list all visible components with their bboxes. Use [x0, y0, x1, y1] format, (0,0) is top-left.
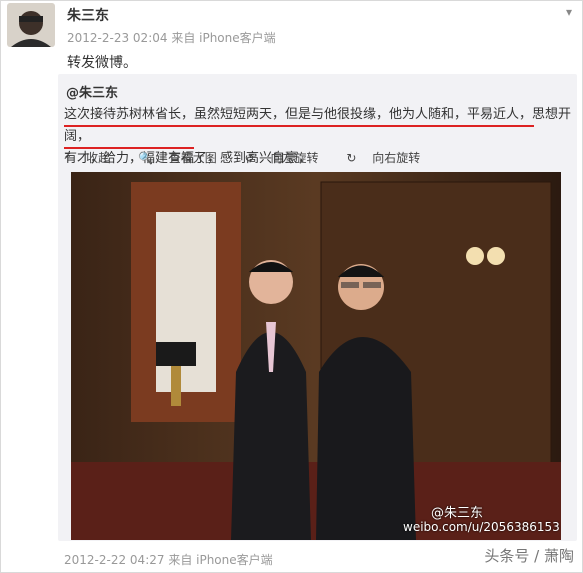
repost-box: @朱三东 这次接待苏树林省长，虽然短短两天，但是与他很投缘，他为人随和，平易近人…: [58, 74, 577, 541]
author-name[interactable]: 朱三东: [67, 5, 109, 25]
post-photo[interactable]: @朱三东 weibo.com/u/2056386153: [71, 172, 561, 540]
watermark-url: weibo.com/u/2056386153: [403, 520, 560, 534]
collapse-action[interactable]: ⤒ 收起: [65, 151, 122, 165]
brand-watermark: 头条号 / 萧陶: [484, 547, 574, 565]
photo-illustration: [71, 172, 561, 540]
repost-author[interactable]: @朱三东: [66, 82, 118, 101]
rotate-left-icon: ↺: [244, 151, 255, 165]
magnifier-icon: 🔍: [137, 151, 153, 165]
rotate-right-action[interactable]: ↻ 向右旋转: [346, 151, 432, 165]
post-text: 转发微博。: [67, 55, 137, 71]
rotate-left-action[interactable]: ↺ 向左旋转: [245, 151, 331, 165]
avatar[interactable]: [7, 3, 55, 47]
avatar-image: [7, 3, 55, 47]
chevron-down-icon[interactable]: ▾: [566, 5, 572, 19]
arrow-up-icon: ⤒: [65, 151, 71, 165]
view-large-action[interactable]: 🔍 查看大图: [138, 151, 229, 165]
weibo-card: 朱三东 ▾ 2012-2-23 02:04 来自 iPhone客户端 转发微博。…: [0, 0, 583, 573]
post-meta[interactable]: 2012-2-23 02:04 来自 iPhone客户端: [67, 29, 276, 46]
repost-meta[interactable]: 2012-2-22 04:27 来自 iPhone客户端: [64, 551, 273, 568]
watermark-name: @朱三东: [431, 506, 484, 521]
red-underline: [64, 125, 534, 127]
image-actions: ⤒ 收起 🔍 查看大图 ↺ 向左旋转 ↻ 向右旋转: [65, 149, 444, 166]
rotate-right-icon: ↻: [346, 151, 357, 165]
